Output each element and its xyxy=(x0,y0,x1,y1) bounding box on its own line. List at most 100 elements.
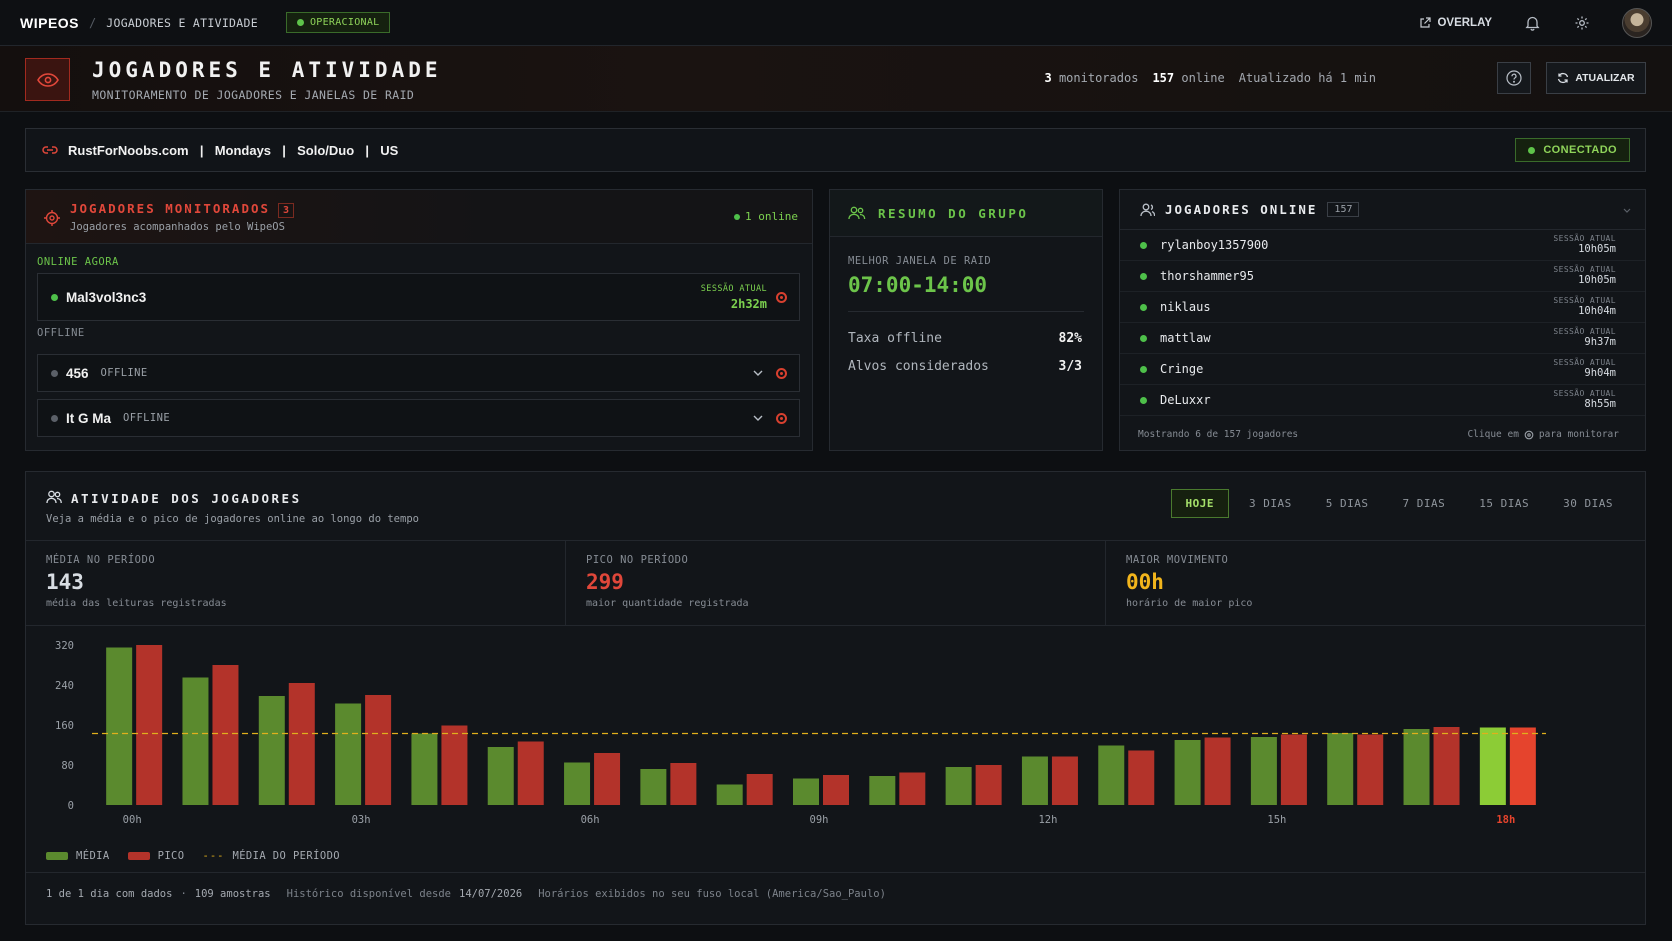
group-summary-header: RESUMO DO GRUPO xyxy=(830,190,1102,237)
target-icon xyxy=(44,210,60,226)
server-info: RustForNoobs.com | Mondays | Solo/Duo | … xyxy=(68,142,399,158)
status-dot-icon xyxy=(51,414,58,422)
brand-logo[interactable]: WIPEOS xyxy=(20,15,79,31)
settings-button[interactable] xyxy=(1572,13,1592,33)
external-link-icon xyxy=(1420,16,1432,28)
user-icon xyxy=(1140,203,1155,216)
x-tick-label: 00h xyxy=(123,814,142,826)
range-tab-hoje[interactable]: HOJE xyxy=(1170,489,1230,518)
range-tab-15-dias[interactable]: 15 DIAS xyxy=(1465,490,1543,517)
targets-value: 3/3 xyxy=(1058,359,1082,374)
system-status-badge: OPERACIONAL xyxy=(285,12,391,33)
range-tab-5-dias[interactable]: 5 DIAS xyxy=(1312,490,1383,517)
timezone-note: Horários exibidos no seu fuso local (Ame… xyxy=(538,887,886,900)
range-tab-7-dias[interactable]: 7 DIAS xyxy=(1389,490,1460,517)
bar-media xyxy=(716,784,743,805)
player-name: DeLuxxr xyxy=(1160,393,1211,407)
session-duration: 8h55m xyxy=(1584,398,1616,410)
monitored-title-text: JOGADORES MONITORADOS xyxy=(70,201,271,216)
x-tick-label: 06h xyxy=(581,814,600,826)
stat-card: MÉDIA NO PERÍODO 143 média das leituras re… xyxy=(26,541,566,625)
chevron-down-icon[interactable] xyxy=(753,415,763,422)
online-player-row[interactable]: thorshammer95 SESSÃO ATUAL 10h05m xyxy=(1120,261,1645,292)
refresh-button[interactable]: ATUALIZAR xyxy=(1546,62,1646,94)
sample-count: 109 amostras xyxy=(194,887,271,900)
legend-swatch xyxy=(46,852,68,860)
online-player-row[interactable]: DeLuxxr SESSÃO ATUAL 8h55m xyxy=(1120,385,1645,416)
unmonitor-target-icon[interactable] xyxy=(776,292,787,303)
link-icon xyxy=(42,146,58,154)
status-dot-icon xyxy=(1140,396,1147,404)
header-stats: 3 monitorados 157 online Atualizado há 1… xyxy=(1044,71,1376,85)
legend-dash: --- xyxy=(202,850,225,862)
monitored-player-offline[interactable]: 456 OFFLINE xyxy=(37,354,800,392)
connection-status-badge: CONECTADO xyxy=(1515,138,1630,162)
legend-pico: PICO xyxy=(127,850,185,862)
session-duration: 2h32m xyxy=(730,297,767,311)
online-player-row[interactable]: mattlaw SESSÃO ATUAL 9h37m xyxy=(1120,323,1645,354)
legend-media: MÉDIA xyxy=(46,850,110,862)
page-title: JOGADORES E ATIVIDADE xyxy=(92,58,442,82)
offline-rate-value: 82% xyxy=(1058,331,1082,346)
help-button[interactable] xyxy=(1497,62,1531,94)
unmonitor-target-icon[interactable] xyxy=(776,413,787,424)
session-info: SESSÃO ATUAL 8h55m xyxy=(1553,389,1616,410)
bar-pico xyxy=(746,774,773,805)
online-player-row[interactable]: Cringe SESSÃO ATUAL 9h04m xyxy=(1120,354,1645,385)
monitored-player-online[interactable]: Mal3vol3nc3 SESSÃO ATUAL 2h32m xyxy=(37,273,800,321)
session-info: SESSÃO ATUAL 9h04m xyxy=(1553,358,1616,379)
online-players-title: JOGADORES ONLINE xyxy=(1165,202,1318,217)
bar-media xyxy=(335,703,362,805)
offline-rate-label: Taxa offline xyxy=(848,331,942,346)
eye-icon xyxy=(36,72,59,87)
bar-media xyxy=(945,767,972,805)
range-tab-30-dias[interactable]: 30 DIAS xyxy=(1549,490,1627,517)
chart-legend: MÉDIA PICO --- MÉDIA DO PERÍODO xyxy=(46,850,340,862)
server-bar: RustForNoobs.com | Mondays | Solo/Duo | … xyxy=(25,128,1646,172)
bar-media xyxy=(1403,729,1430,805)
monitored-panel-title: JOGADORES MONITORADOS 3 xyxy=(70,201,295,218)
legend-swatch xyxy=(127,852,150,860)
bar-pico xyxy=(1280,734,1307,805)
online-player-row[interactable]: rylanboy1357900 SESSÃO ATUAL 10h05m xyxy=(1120,230,1645,261)
bar-pico xyxy=(1128,750,1155,805)
online-players-list: rylanboy1357900 SESSÃO ATUAL 10h05m thorsha… xyxy=(1120,230,1645,416)
notifications-button[interactable] xyxy=(1522,13,1542,33)
session-label: SESSÃO ATUAL xyxy=(1553,234,1616,243)
range-tab-3-dias[interactable]: 3 DIAS xyxy=(1235,490,1306,517)
activity-bar-chart: 0 80 160 240 320 00h 03h 06h 09h 12h 15h 18h xyxy=(55,640,1546,826)
user-avatar[interactable] xyxy=(1622,7,1652,38)
help-icon xyxy=(1506,70,1522,86)
bar-media xyxy=(106,647,133,805)
online-player-row[interactable]: niklaus SESSÃO ATUAL 10h04m xyxy=(1120,292,1645,323)
online-indicator-text: 1 online xyxy=(745,210,798,223)
session-duration: 10h04m xyxy=(1578,305,1616,317)
session-label: SESSÃO ATUAL xyxy=(1553,265,1616,274)
overlay-button[interactable]: OVERLAY xyxy=(1419,17,1492,29)
monitor-hint-text: para monitorar xyxy=(1538,429,1619,440)
stat-description: horário de maior pico xyxy=(1126,598,1253,609)
bar-media xyxy=(258,696,285,805)
bar-media xyxy=(1479,727,1506,805)
stat-label: PICO NO PERÍODO xyxy=(586,554,689,566)
targets-label: Alvos considerados xyxy=(848,359,989,374)
player-status: OFFLINE xyxy=(123,412,171,424)
breadcrumb-current: JOGADORES E ATIVIDADE xyxy=(106,15,258,30)
chevron-down-icon[interactable] xyxy=(1623,208,1631,213)
best-window-label: MELHOR JANELA DE RAID xyxy=(848,255,992,267)
bar-media xyxy=(564,762,591,805)
status-dot-icon xyxy=(1140,272,1147,280)
bar-media xyxy=(869,776,896,805)
status-dot-icon xyxy=(1528,146,1536,154)
connection-status-label: CONECTADO xyxy=(1543,144,1617,156)
status-dot-icon xyxy=(1140,365,1147,373)
history-date: 14/07/2026 xyxy=(459,887,523,900)
bar-pico xyxy=(1357,734,1384,805)
unmonitor-target-icon[interactable] xyxy=(776,368,787,379)
chevron-down-icon[interactable] xyxy=(753,370,763,377)
monitored-player-offline[interactable]: It G Ma OFFLINE xyxy=(37,399,800,437)
status-dot-icon xyxy=(51,369,58,377)
session-info: SESSÃO ATUAL 10h04m xyxy=(1553,296,1616,317)
x-tick-label: 15h xyxy=(1267,814,1286,826)
bar-pico xyxy=(1204,737,1231,805)
